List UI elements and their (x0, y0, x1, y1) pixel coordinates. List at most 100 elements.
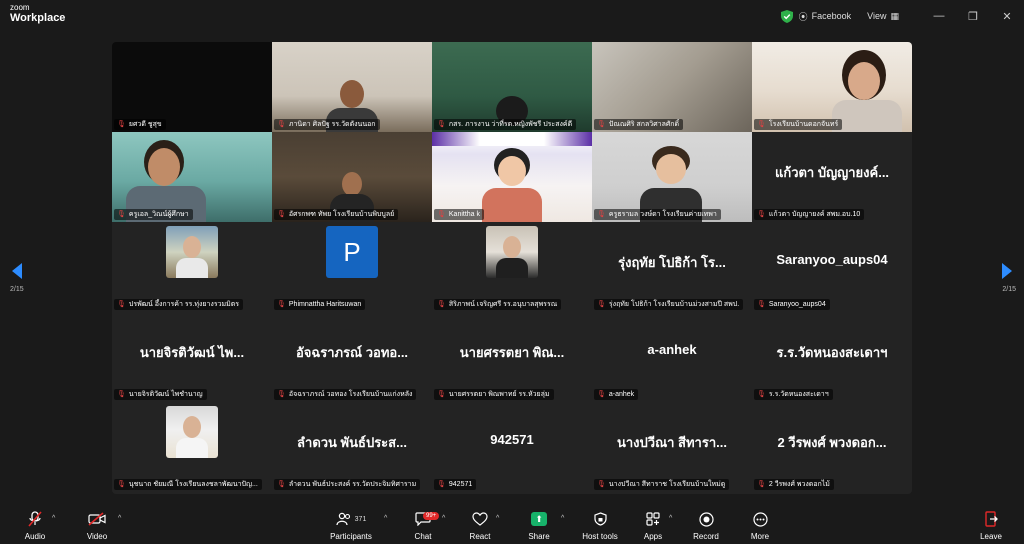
participant-name: Saranyoo_aups04 (768, 301, 826, 308)
participant-tile[interactable]: 🎙 ยศวดี ชูสุข (112, 42, 272, 132)
record-button[interactable]: Record (690, 510, 722, 541)
participant-display-name: นางปวีณา สีทารา... (617, 435, 727, 450)
participant-name: ปัณณศิริ สกลวิศาลศักดิ์ (608, 121, 680, 128)
apps-button[interactable]: Apps (640, 510, 666, 541)
mic-muted-icon: 🎙 (437, 301, 446, 308)
participant-name: 942571 (448, 481, 473, 488)
grid-icon: ▦ (890, 10, 898, 21)
more-icon (746, 510, 774, 528)
participant-tile[interactable]: 🎙 ปัณณศิริ สกลวิศาลศักดิ์ (592, 42, 752, 132)
participant-tile[interactable]: นางปวีณา สีทารา... 🎙 นางปวีณา สีทาราช โรง… (592, 402, 752, 492)
next-page-icon[interactable] (1000, 262, 1014, 280)
chat-button[interactable]: 99+ Chat (408, 510, 440, 541)
camera-off-icon (82, 510, 112, 528)
participant-name-tag: 🎙 อัจฉราภรณ์ วอทอง โรงเรียนบ้านแก่งหลัง (274, 389, 417, 400)
react-button[interactable]: React (465, 510, 495, 541)
participants-icon: 371 (326, 510, 376, 528)
participants-count: 371 (354, 515, 367, 523)
participants-button[interactable]: 371 Participants (326, 510, 376, 541)
close-button[interactable]: ✕ (990, 10, 1024, 23)
react-label: React (469, 532, 491, 541)
participant-tile[interactable]: 🎙 ครูเอล_วิณน์ผู้ศึกษา (112, 132, 272, 222)
participant-tile[interactable]: 🎙 โรงเรียนบ้านดอกจันทร์ (752, 42, 912, 132)
participant-display-name: นายศรรตยา พิณ... (459, 345, 565, 360)
live-stream-status[interactable]: ⦿ Facebook (799, 10, 852, 23)
participant-name: รุ่งฤทัย โปธิก้า โรงเรียนบ้านม่วงสามปี ส… (608, 301, 740, 308)
participant-tile[interactable]: 🎙 ภานิดา ศิลปัฐ รร.วัดตังนนอก (272, 42, 432, 132)
participant-tile[interactable]: แก้วตา บัญญายงค์... 🎙 แก้วตา บัญญายงค์ สพ… (752, 132, 912, 222)
participant-tile[interactable]: 942571 🎙 942571 (432, 402, 592, 492)
video-button[interactable]: Video (82, 510, 112, 541)
share-button[interactable]: ⬆ Share (524, 510, 554, 541)
participant-tile[interactable]: 🎙 สิริภาพน์ เจริญศรี รร.อนุบาลสุพรรณ (432, 222, 592, 312)
mic-muted-icon: 🎙 (277, 481, 286, 488)
participant-tile[interactable]: ลำดวน พันธ์ประส... 🎙 ลำดวน พันธ์ประสงค์ ร… (272, 402, 432, 492)
participant-name-tag: 🎙 Kanittha k (434, 209, 485, 220)
participant-tile[interactable]: a-anhek 🎙 a-anhek (592, 312, 752, 402)
participant-tile[interactable]: 🎙 นุชนาถ ชัยมณี โรงเรียนลงชลาพัฒนาปัญ... (112, 402, 272, 492)
participant-name: ร.ร.วัดหนองสะเดาฯ (768, 391, 829, 398)
gallery-view: 🎙 ยศวดี ชูสุข 🎙 ภานิดา ศิลปัฐ รร.วัดตังนนอ… (112, 42, 912, 494)
participant-tile[interactable]: ร.ร.วัดหนองสะเดาฯ 🎙 ร.ร.วัดหนองสะเดาฯ (752, 312, 912, 402)
mic-muted-icon: 🎙 (277, 211, 286, 218)
restore-button[interactable]: ❐ (956, 10, 990, 23)
leave-button[interactable]: Leave (976, 510, 1006, 541)
participant-name: Phimnattha Haritsuwan (288, 301, 362, 308)
participant-name-tag: 🎙 นายศรรตยา พิณพาทย์ รร.หัวยลุ่ม (434, 389, 554, 400)
audio-options-caret[interactable]: ^ (52, 515, 55, 522)
react-options-caret[interactable]: ^ (496, 515, 499, 522)
participant-name: แก้วตา บัญญายงค์ สพม.อบ.10 (768, 211, 861, 218)
prev-page-icon[interactable] (10, 262, 24, 280)
mic-muted-icon: 🎙 (757, 391, 766, 398)
brand-large: Workplace (10, 12, 66, 24)
participant-name-tag: 🎙 สิริภาพน์ เจริญศรี รร.อนุบาลสุพรรณ (434, 299, 562, 310)
participant-name: โรงเรียนบ้านดอกจันทร์ (768, 121, 839, 128)
mic-muted-icon: 🎙 (117, 301, 126, 308)
participant-display-name: อัจฉราภรณ์ วอทอ... (295, 345, 409, 360)
participant-tile[interactable]: 🎙 ครูธรามล วงษ์ดา โรงเรียนค่ายเทพา (592, 132, 752, 222)
participant-name: ภานิดา ศิลปัฐ รร.วัดตังนนอก (288, 121, 376, 128)
host-tools-button[interactable]: Host tools (580, 510, 620, 541)
participant-tile[interactable]: อัจฉราภรณ์ วอทอ... 🎙 อัจฉราภรณ์ วอทอง โรง… (272, 312, 432, 402)
participant-name-tag: 🎙 นางปวีณา สีทาราช โรงเรียนบ้านใหม่ดู (594, 479, 730, 490)
host-tools-label: Host tools (582, 532, 618, 541)
participant-tile[interactable]: 🎙 กสร. ภารงาน ว่าที่รต.หญิงพัชรี ประสงค์ด… (432, 42, 592, 132)
participant-name-tag: 🎙 ภานิดา ศิลปัฐ รร.วัดตังนนอก (274, 119, 380, 130)
chat-label: Chat (414, 532, 432, 541)
participant-tile[interactable]: รุ่งฤทัย โปธิก้า โร... 🎙 รุ่งฤทัย โปธิก้า… (592, 222, 752, 312)
minimize-button[interactable]: — (922, 10, 956, 22)
participant-display-name: ร.ร.วัดหนองสะเดาฯ (776, 345, 888, 360)
apps-options-caret[interactable]: ^ (669, 515, 672, 522)
more-button[interactable]: More (746, 510, 774, 541)
participant-tile[interactable]: นายศรรตยา พิณ... 🎙 นายศรรตยา พิณพาทย์ รร.… (432, 312, 592, 402)
participant-tile[interactable]: 🎙 อัศรกพฑ ทัพย โรงเรียนบ้านพิบบูลย์ (272, 132, 432, 222)
participant-tile[interactable]: 2 วีรพงศ์ พวงดอก... 🎙 2 วีรพงศ์ พวงดอกไม้ (752, 402, 912, 492)
mic-muted-icon: 🎙 (117, 121, 126, 128)
participants-options-caret[interactable]: ^ (384, 515, 387, 522)
participant-tile[interactable]: นายจิรติวัฒน์ ไพ... 🎙 นายจิรติวัฒน์ ไพชำน… (112, 312, 272, 402)
audio-button[interactable]: Audio (20, 510, 50, 541)
audio-label: Audio (24, 532, 46, 541)
stream-label: Facebook (811, 11, 852, 21)
chat-options-caret[interactable]: ^ (442, 515, 445, 522)
participant-display-name: a-anhek (647, 342, 697, 357)
participant-name-tag: 🎙 ยศวดี ชูสุข (114, 119, 166, 130)
participant-tile[interactable]: P 🎙 Phimnattha Haritsuwan (272, 222, 432, 312)
participant-name-tag: 🎙 Saranyoo_aups04 (754, 299, 830, 310)
page-indicator-left: 2/15 (10, 286, 24, 293)
share-screen-icon: ⬆ (524, 510, 554, 528)
view-button[interactable]: View ▦ (867, 10, 899, 22)
broadcast-icon: ⦿ (798, 11, 808, 22)
participant-display-name: นายจิรติวัฒน์ ไพ... (139, 345, 245, 360)
participant-tile[interactable]: 🎙 ปรพัฒน์ อึ้งการค้า รร.ทุ่งยางรวมมิตร (112, 222, 272, 312)
participants-label: Participants (330, 532, 372, 541)
participant-tile[interactable]: 🎙 Kanittha k (432, 132, 592, 222)
participant-tile[interactable]: Saranyoo_aups04 🎙 Saranyoo_aups04 (752, 222, 912, 312)
share-options-caret[interactable]: ^ (561, 515, 564, 522)
mic-muted-icon: 🎙 (437, 121, 446, 128)
participant-photo (486, 226, 538, 278)
video-options-caret[interactable]: ^ (118, 515, 121, 522)
participant-name: นายจิรติวัฒน์ ไพชำนาญ (128, 391, 203, 398)
participant-name-tag: 🎙 กสร. ภารงาน ว่าที่รต.หญิงพัชรี ประสงค์ด… (434, 119, 577, 130)
security-shield-icon[interactable] (780, 9, 793, 23)
